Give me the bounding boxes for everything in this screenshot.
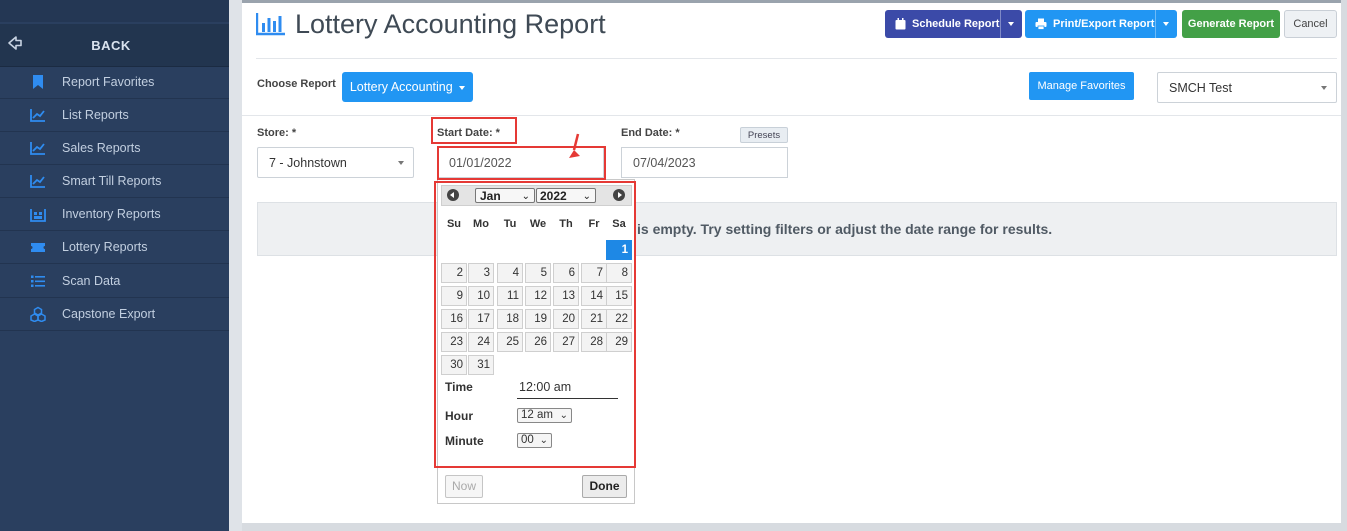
caret-down-icon bbox=[1321, 86, 1327, 90]
back-label: BACK bbox=[91, 38, 131, 53]
datepicker-highlight bbox=[434, 181, 636, 468]
caret-down-icon bbox=[1163, 22, 1169, 26]
annotation-arrow-icon bbox=[569, 133, 580, 158]
schedule-report-label: Schedule Report bbox=[912, 18, 1000, 30]
sidebar-item-inventory-reports[interactable]: Inventory Reports bbox=[0, 198, 229, 231]
end-date-label: End Date: * bbox=[621, 127, 680, 139]
sidebar-item-label: List Reports bbox=[62, 108, 129, 122]
store-select[interactable]: 7 - Johnstown bbox=[257, 147, 414, 178]
sidebar-item-capstone-export[interactable]: Capstone Export bbox=[0, 298, 229, 331]
sidebar-item-label: Sales Reports bbox=[62, 141, 141, 155]
line-chart-icon bbox=[30, 175, 45, 188]
sidebar-item-label: Scan Data bbox=[62, 274, 121, 288]
sidebar-item-label: Report Favorites bbox=[62, 75, 155, 89]
start-date-label-highlight bbox=[431, 117, 517, 144]
now-button[interactable]: Now bbox=[445, 475, 483, 498]
line-chart-icon bbox=[30, 142, 45, 155]
sidebar-item-smart-till-reports[interactable]: Smart Till Reports bbox=[0, 165, 229, 198]
print-export-label: Print/Export Report bbox=[1053, 18, 1155, 30]
presets-button[interactable]: Presets bbox=[740, 127, 788, 143]
sidebar-divider bbox=[229, 0, 242, 531]
sidebar-item-label: Lottery Reports bbox=[62, 240, 148, 254]
empty-results-message: is empty. Try setting filters or adjust … bbox=[637, 221, 1053, 237]
end-date-value: 07/04/2023 bbox=[633, 156, 696, 170]
choose-report-value: Lottery Accounting bbox=[349, 80, 453, 94]
window-bottom-border bbox=[230, 523, 1347, 531]
printer-icon bbox=[1035, 18, 1047, 30]
window-right-border bbox=[1341, 0, 1347, 531]
boxes-icon bbox=[30, 306, 46, 322]
choose-report-dropdown[interactable]: Lottery Accounting bbox=[342, 72, 473, 102]
print-export-button[interactable]: Print/Export Report bbox=[1025, 10, 1177, 38]
sidebar-item-label: Inventory Reports bbox=[62, 207, 161, 221]
warehouse-icon bbox=[30, 209, 46, 222]
caret-down-icon bbox=[459, 85, 466, 90]
line-chart-icon bbox=[30, 109, 45, 122]
header-divider bbox=[256, 58, 1337, 59]
sidebar-item-scan-data[interactable]: Scan Data bbox=[0, 265, 229, 298]
schedule-report-button[interactable]: Schedule Report bbox=[885, 10, 1022, 38]
sidebar: BACK Report Favorites List Reports Sales… bbox=[0, 0, 229, 531]
bar-chart-icon bbox=[256, 13, 285, 36]
sidebar-item-sales-reports[interactable]: Sales Reports bbox=[0, 132, 229, 165]
sidebar-top-strip bbox=[0, 0, 229, 22]
back-button[interactable]: BACK bbox=[0, 24, 229, 67]
company-select-value: SMCH Test bbox=[1169, 81, 1232, 95]
choose-report-label: Choose Report bbox=[257, 78, 336, 90]
done-button[interactable]: Done bbox=[582, 475, 627, 498]
print-dropdown-toggle[interactable] bbox=[1155, 10, 1177, 38]
sidebar-item-lottery-reports[interactable]: Lottery Reports bbox=[0, 231, 229, 264]
ticket-icon bbox=[31, 243, 45, 252]
sidebar-item-report-favorites[interactable]: Report Favorites bbox=[0, 66, 229, 99]
cancel-button[interactable]: Cancel bbox=[1284, 10, 1337, 38]
section-divider bbox=[242, 115, 1341, 116]
caret-down-icon bbox=[398, 161, 404, 165]
manage-favorites-button[interactable]: Manage Favorites bbox=[1029, 72, 1134, 100]
store-label: Store: * bbox=[257, 127, 297, 139]
sidebar-item-list-reports[interactable]: List Reports bbox=[0, 99, 229, 132]
sidebar-item-label: Capstone Export bbox=[62, 307, 156, 321]
schedule-dropdown-toggle[interactable] bbox=[1000, 10, 1022, 38]
page-title: Lottery Accounting Report bbox=[295, 9, 606, 39]
store-select-value: 7 - Johnstown bbox=[269, 156, 347, 170]
company-select[interactable]: SMCH Test bbox=[1157, 72, 1337, 103]
end-date-input[interactable]: 07/04/2023 bbox=[621, 147, 788, 178]
list-icon bbox=[31, 275, 45, 287]
sidebar-item-label: Smart Till Reports bbox=[62, 174, 162, 188]
caret-down-icon bbox=[1008, 22, 1014, 26]
generate-report-button[interactable]: Generate Report bbox=[1182, 10, 1280, 38]
calendar-icon bbox=[895, 18, 906, 30]
bookmark-icon bbox=[33, 75, 43, 89]
